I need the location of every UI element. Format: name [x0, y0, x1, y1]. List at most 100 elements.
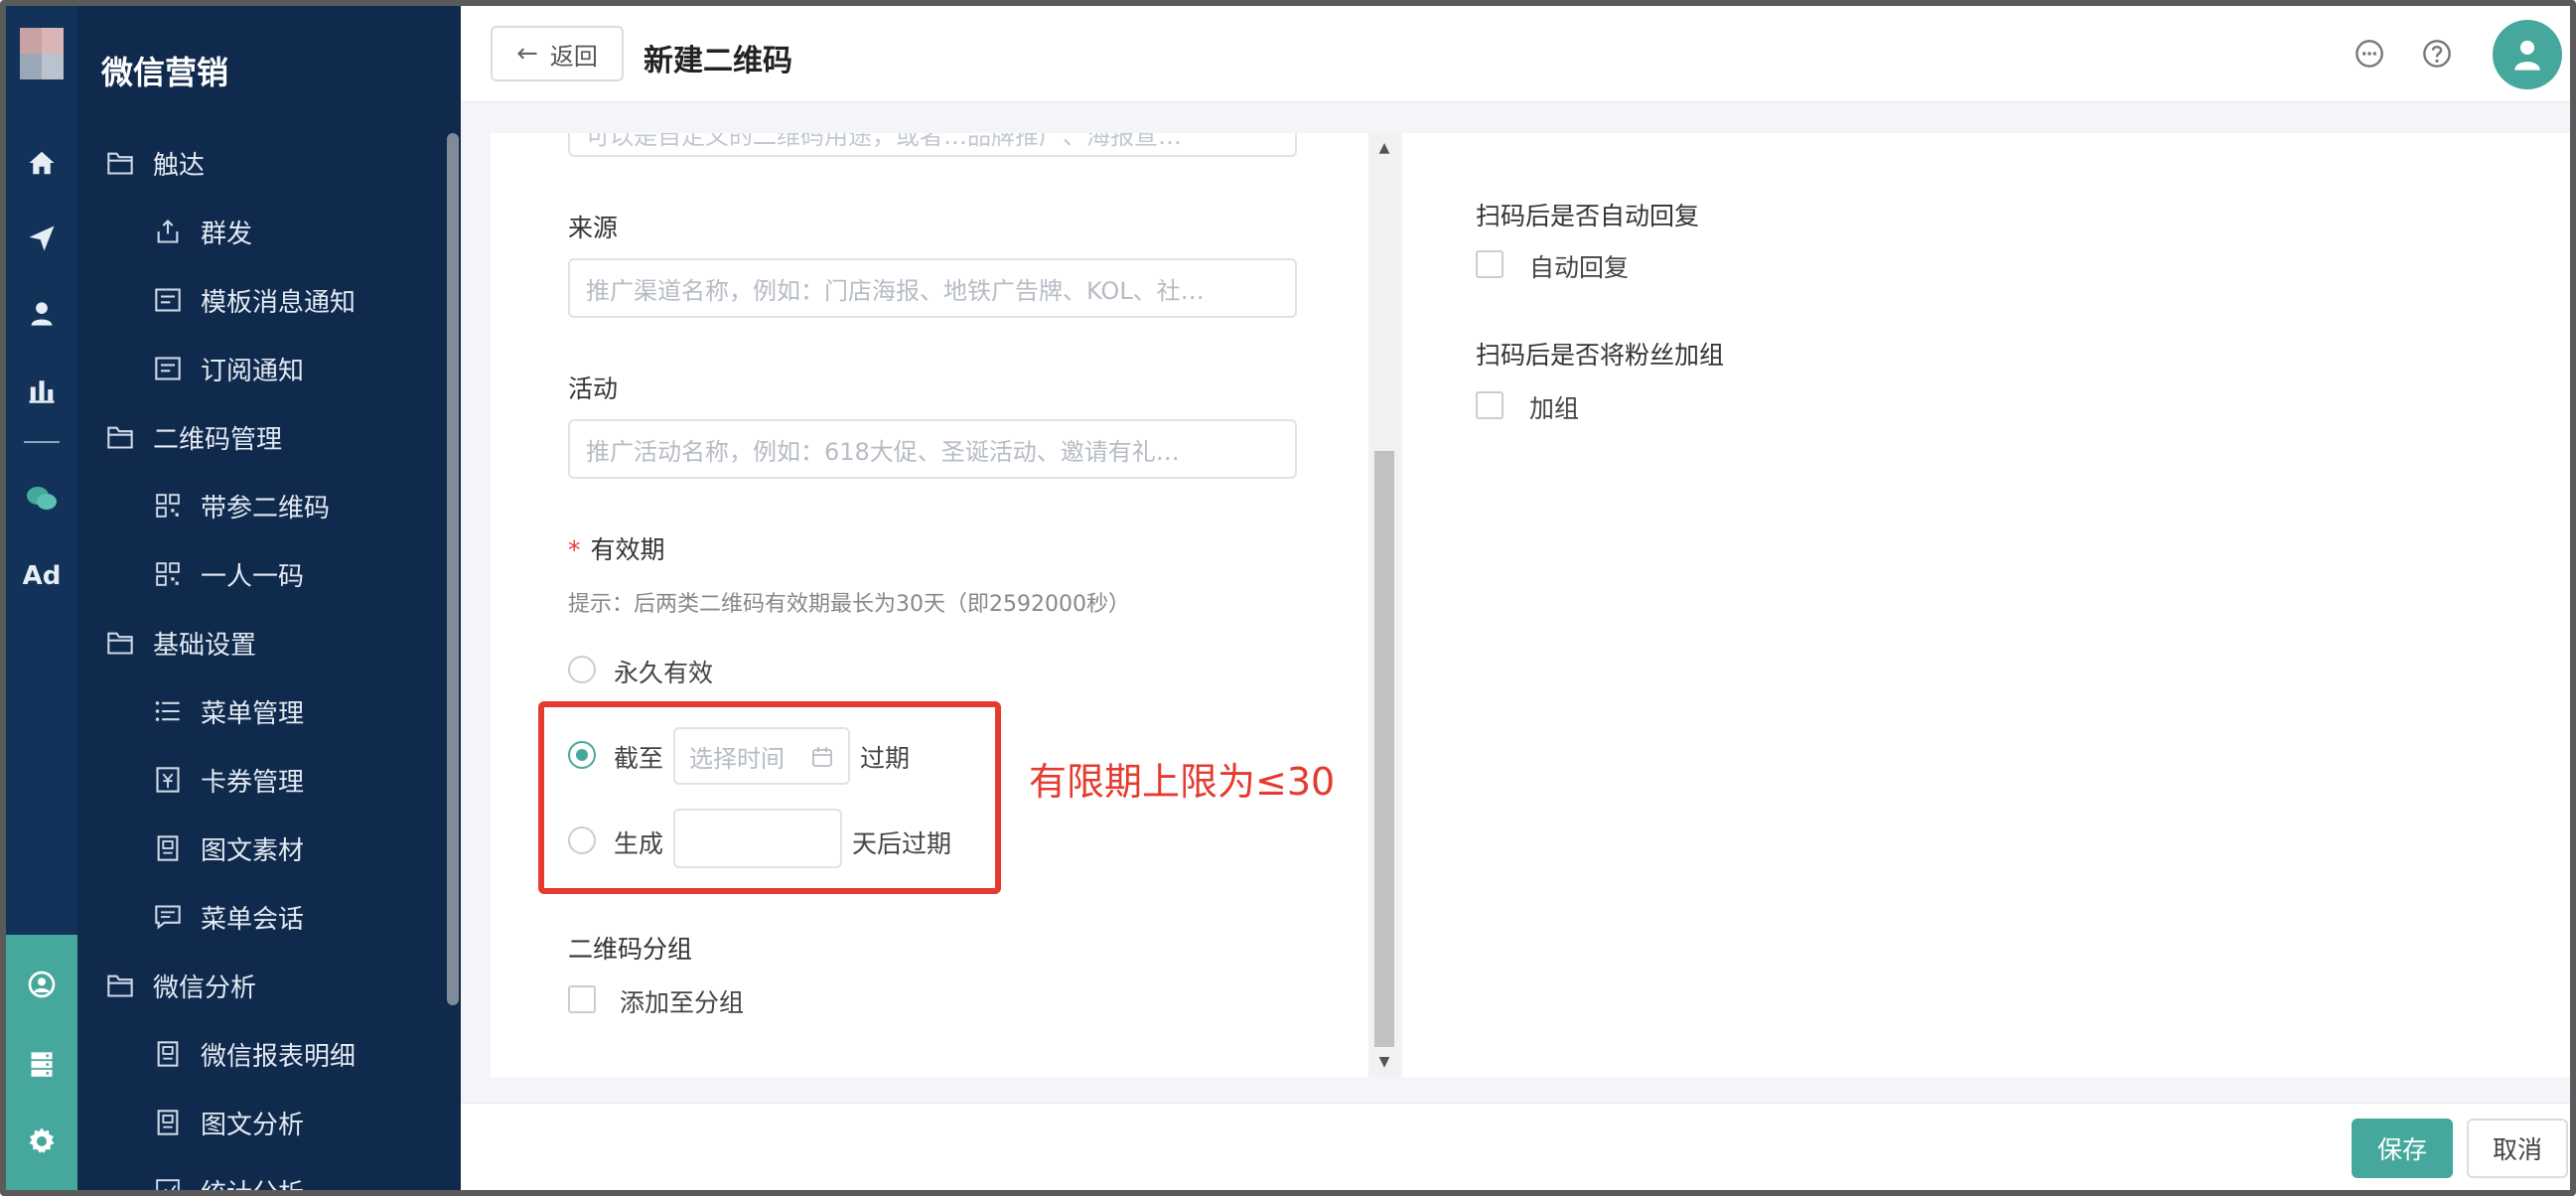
auto-reply-label: 自动回复 — [1529, 253, 1630, 282]
annotation-highlight-box — [538, 701, 1001, 894]
sidebar-item-label: 菜单管理 — [201, 698, 305, 729]
sidebar-item[interactable]: 菜单管理 — [77, 681, 510, 741]
purpose-input[interactable]: 可以是自定义的二维码用途，或者…品牌推广、海报宣… — [568, 133, 1297, 157]
sidebar-item-label: 图文分析 — [201, 1110, 305, 1140]
source-label: 来源 — [568, 214, 619, 242]
sidebar-item[interactable]: 模板消息通知 — [77, 270, 510, 330]
sidebar-item[interactable]: 订阅通知 — [77, 339, 510, 398]
sidebar-item-label: 二维码管理 — [153, 424, 283, 455]
sidebar-item[interactable]: 一人一码 — [77, 544, 510, 604]
validity-label: * 有效期 — [568, 530, 665, 566]
sidebar: 微信营销 触达群发模板消息通知 订阅通知二维码管理带参二维码一人一码基础设置菜单管… — [77, 6, 461, 1190]
avatar-user-icon[interactable] — [2493, 20, 2562, 89]
sidebar-item-label: 微信分析 — [153, 972, 257, 1003]
form-scrollbar[interactable]: ▲ ▼ — [1368, 133, 1400, 1077]
document-icon — [153, 1108, 183, 1137]
sidebar-item-label: 模板消息通知 — [201, 287, 357, 318]
sidebar-item-label: 菜单会话 — [201, 904, 305, 935]
send-icon[interactable] — [6, 209, 77, 268]
wechat-icon[interactable] — [6, 469, 77, 528]
document-icon — [153, 833, 183, 863]
add-to-group-checkbox[interactable] — [568, 985, 596, 1013]
page-header: ← 返回 新建二维码 — [461, 6, 2570, 102]
sidebar-item[interactable]: 带参二维码 — [77, 476, 510, 535]
sidebar-item[interactable]: 卡券管理 — [77, 750, 510, 810]
server-icon[interactable] — [6, 1034, 77, 1094]
folder-icon — [105, 148, 135, 178]
add-group-checkbox[interactable] — [1476, 391, 1503, 419]
app-logo — [20, 28, 64, 79]
sidebar-item-label: 统计分析 — [201, 1178, 305, 1196]
add-to-group-label: 添加至分组 — [620, 988, 745, 1017]
sidebar-item-label: 触达 — [153, 150, 206, 181]
user-icon[interactable] — [6, 284, 77, 344]
form-panel-right: 扫码后是否自动回复 自动回复 扫码后是否将粉丝加组 加组 — [1402, 133, 2570, 1077]
home-icon[interactable] — [6, 133, 77, 193]
chat-bubble-icon[interactable] — [2354, 38, 2385, 70]
source-input[interactable]: 推广渠道名称，例如：门店海报、地铁广告牌、KOL、社… — [568, 258, 1297, 318]
folder-icon — [105, 422, 135, 452]
gear-icon[interactable] — [6, 1112, 77, 1171]
template-icon — [153, 285, 183, 315]
auto-reply-checkbox[interactable] — [1476, 250, 1503, 278]
cancel-button[interactable]: 取消 — [2467, 1119, 2568, 1178]
sidebar-item[interactable]: 菜单会话 — [77, 887, 510, 947]
rail-bottom-panel — [6, 935, 77, 1190]
ad-icon[interactable]: Ad — [6, 546, 77, 606]
save-button[interactable]: 保存 — [2352, 1119, 2453, 1178]
sidebar-item-label: 基础设置 — [153, 630, 257, 661]
list-icon — [153, 696, 183, 726]
sidebar-item-label: 卡券管理 — [201, 767, 305, 798]
sidebar-scrollbar[interactable] — [447, 133, 459, 1005]
sidebar-item-label: 一人一码 — [201, 561, 305, 592]
sidebar-item[interactable]: 微信分析 — [77, 956, 463, 1015]
app-window: Ad 微信营销 触达群发模板消息通知 订阅通知二维码管理带参二维码一人一码基础设置… — [0, 0, 2576, 1196]
folder-icon — [105, 628, 135, 658]
sidebar-item-label: 群发 — [201, 219, 253, 249]
activity-label: 活动 — [568, 374, 619, 403]
auto-reply-question: 扫码后是否自动回复 — [1476, 202, 1700, 230]
scrollbar-thumb[interactable] — [1374, 451, 1394, 1047]
sidebar-item[interactable]: 图文素材 — [77, 819, 510, 878]
rail-divider — [24, 441, 60, 443]
sidebar-item-label: 图文素材 — [201, 835, 305, 866]
sidebar-item-label: 带参二维码 — [201, 493, 331, 523]
radio-permanent[interactable] — [568, 656, 596, 683]
back-button-label: 返回 — [549, 42, 598, 71]
sidebar-item[interactable]: 统计分析 — [77, 1161, 510, 1196]
coupon-icon — [153, 765, 183, 795]
sidebar-item[interactable]: 图文分析 — [77, 1093, 510, 1152]
scroll-up-arrow-icon[interactable]: ▲ — [1368, 133, 1400, 163]
sidebar-item[interactable]: 二维码管理 — [77, 407, 463, 467]
broadcast-icon — [153, 217, 183, 246]
validity-hint: 提示：后两类二维码有效期最长为30天（即2592000秒） — [568, 592, 1130, 617]
radio-permanent-label: 永久有效 — [614, 659, 714, 687]
help-icon[interactable] — [2421, 38, 2453, 70]
back-button[interactable]: ← 返回 — [491, 26, 624, 81]
sidebar-item[interactable]: 基础设置 — [77, 613, 463, 673]
activity-input[interactable]: 推广活动名称，例如：618大促、圣诞活动、邀请有礼… — [568, 419, 1297, 479]
page-footer — [461, 1103, 2570, 1190]
chart-icon — [153, 1176, 183, 1190]
folder-icon — [105, 971, 135, 1000]
qrcode-icon — [153, 491, 183, 521]
qrcode-icon — [153, 559, 183, 589]
icon-rail: Ad — [6, 6, 77, 1190]
scroll-down-arrow-icon[interactable]: ▼ — [1368, 1047, 1400, 1077]
community-icon[interactable] — [6, 955, 77, 1014]
arrow-left-icon: ← — [516, 39, 538, 69]
sidebar-item[interactable]: 群发 — [77, 202, 510, 261]
bar-chart-icon[interactable] — [6, 360, 77, 419]
validity-label-text: 有效期 — [590, 535, 665, 564]
add-group-question: 扫码后是否将粉丝加组 — [1476, 341, 1725, 370]
sidebar-title: 微信营销 — [101, 54, 229, 91]
sidebar-item-label: 微信报表明细 — [201, 1041, 357, 1072]
qrcode-group-label: 二维码分组 — [568, 935, 693, 964]
sidebar-item-label: 订阅通知 — [201, 356, 305, 386]
sidebar-item[interactable]: 触达 — [77, 133, 463, 193]
page-title: 新建二维码 — [644, 44, 792, 78]
chat-icon — [153, 902, 183, 932]
annotation-text: 有限期上限为≤30 — [1029, 760, 1336, 804]
form-panel-left: 可以是自定义的二维码用途，或者…品牌推广、海报宣… 来源 推广渠道名称，例如：门… — [491, 133, 1368, 1077]
sidebar-item[interactable]: 微信报表明细 — [77, 1024, 510, 1084]
